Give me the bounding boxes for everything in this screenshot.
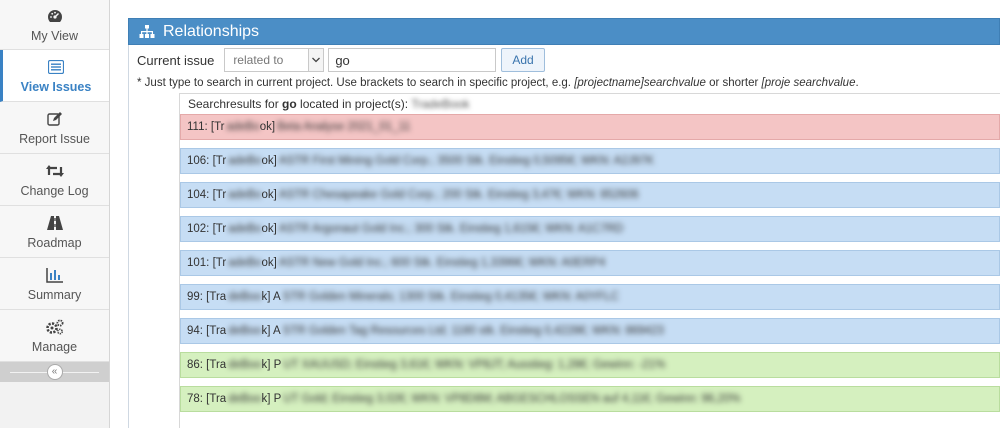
result-row-project: adeBo [228, 189, 262, 201]
result-row[interactable]: 104: [Tr adeBo ok] ASTR Chesapeake Gold Cor… [180, 182, 1000, 208]
result-row-project-end: ok] [261, 257, 277, 269]
sidebar-item-label: Manage [31, 339, 78, 354]
result-row-project: adeBo [228, 223, 262, 235]
result-row-project-end: k] A [261, 291, 281, 303]
sidebar-item-label: Roadmap [27, 235, 82, 250]
panel-header: Relationships [128, 18, 1000, 45]
results-heading: Searchresults for go located in project(… [188, 97, 470, 111]
result-row-id: 111: [Tr [187, 121, 225, 133]
result-row-id: 94: [Tra [187, 325, 227, 337]
sidebar-collapse-bar: « [0, 362, 109, 382]
result-row-project: deBoo [228, 393, 262, 405]
result-row-project: deBoo [228, 291, 262, 303]
result-row-project-end: k] P [261, 359, 282, 371]
sidebar-item-roadmap[interactable]: Roadmap [0, 206, 109, 258]
result-row-id: 78: [Tra [187, 393, 227, 405]
bar-chart-icon [45, 266, 64, 284]
result-row-project-end: k] A [261, 325, 281, 337]
result-row-project: adeBo [228, 155, 262, 167]
sidebar-item-label: Report Issue [19, 131, 90, 146]
search-results: Searchresults for go located in project(… [179, 93, 1000, 428]
issue-search-input[interactable]: go [328, 48, 497, 72]
sidebar-item-my-view[interactable]: My View [0, 0, 109, 50]
result-row[interactable]: 101: [Tr adeBo ok] ASTR New Gold Inc.; 600 … [180, 250, 1000, 276]
add-button[interactable]: Add [501, 48, 545, 72]
result-row-project: adeBo [228, 257, 262, 269]
panel-body: Current issue related to go Add * Just t… [128, 45, 1000, 428]
edit-icon [46, 110, 63, 128]
sidebar-item-summary[interactable]: Summary [0, 258, 109, 310]
relationships-panel: Relationships Current issue related to g… [128, 18, 1000, 428]
result-row[interactable]: 94: [Tra deBoo k] A STR Golden Tag Resource… [180, 318, 1000, 344]
relation-type-select[interactable]: related to [224, 48, 325, 72]
result-row-summary: UT XAUUSD; Einstieg 3,61€; WKN: VP8JT; A… [283, 359, 666, 371]
result-row[interactable]: 111: [Tr adeBo ok] Beta Analyse 2021_01_11 [180, 114, 1000, 140]
road-icon [46, 214, 64, 232]
relation-type-value: related to [233, 53, 284, 67]
result-row-id: 101: [Tr [187, 257, 227, 269]
result-row-project-end: ok] [261, 155, 277, 167]
result-row-summary: ASTR Argonaut Gold Inc.; 300 Stk. Einsti… [278, 223, 624, 235]
result-row-project: deBoo [228, 359, 262, 371]
result-row-id: 102: [Tr [187, 223, 227, 235]
result-row-project-end: ok] [259, 121, 276, 133]
result-row-id: 104: [Tr [187, 189, 227, 201]
dashboard-icon [46, 7, 64, 25]
result-row[interactable]: 86: [Tra deBoo k] P UT XAUUSD; Einstieg 3,6… [180, 352, 1000, 378]
result-row-summary: ASTR First Mining Gold Corp.; 3500 Stk. … [278, 155, 655, 167]
result-row-project: adeBo [226, 121, 260, 133]
sidebar-item-label: My View [30, 28, 78, 43]
sidebar-item-label: Summary [27, 287, 82, 302]
result-row[interactable]: 102: [Tr adeBo ok] ASTR Argonaut Gold Inc.;… [180, 216, 1000, 242]
result-row-id: 106: [Tr [187, 155, 227, 167]
chevron-down-icon [308, 49, 324, 71]
result-row-project-end: ok] [261, 223, 277, 235]
sidebar-item-label: View Issues [20, 79, 92, 94]
collapse-sidebar-button[interactable]: « [46, 364, 63, 380]
result-row-id: 86: [Tra [187, 359, 227, 371]
result-row-project-end: k] P [261, 393, 282, 405]
search-hint: * Just type to search in current project… [137, 77, 859, 89]
sidebar-item-view-issues[interactable]: View Issues [0, 50, 109, 102]
add-relationship-form: Current issue related to go Add [129, 45, 1000, 75]
result-row-summary: ASTR Chesapeake Gold Corp.; 200 Stk. Ein… [278, 189, 639, 201]
sidebar-item-label: Change Log [20, 183, 89, 198]
retweet-icon [45, 162, 64, 180]
result-row-summary: ASTR New Gold Inc.; 600 Stk. Einstieg 1,… [278, 257, 606, 269]
result-row-summary: Beta Analyse 2021_01_11 [277, 121, 411, 133]
list-icon [48, 58, 64, 76]
gears-icon [45, 318, 65, 336]
sidebar: My View View Issues Report Issue Change … [0, 0, 110, 428]
sidebar-item-manage[interactable]: Manage [0, 310, 109, 362]
current-issue-label: Current issue [137, 52, 215, 68]
result-row[interactable]: 78: [Tra deBoo k] P UT Gold; Einstieg 3,02€… [180, 386, 1000, 412]
sidebar-item-change-log[interactable]: Change Log [0, 154, 109, 206]
result-row-project: deBoo [228, 325, 262, 337]
project-name: TradeBook [411, 97, 470, 111]
result-row-summary: UT Gold; Einstieg 3,02€; WKN: VP8D8M; AB… [283, 393, 741, 405]
sidebar-item-report-issue[interactable]: Report Issue [0, 102, 109, 154]
result-row-summary: STR Golden Tag Resources Ltd; 1180 stk. … [282, 325, 664, 337]
result-row-summary: STR Golden Minerals; 1300 Stk. Einstieg … [282, 291, 619, 303]
sitemap-icon [139, 24, 155, 39]
panel-title: Relationships [163, 22, 260, 40]
result-row[interactable]: 106: [Tr adeBo ok] ASTR First Mining Gold C… [180, 148, 1000, 174]
result-row-id: 99: [Tra [187, 291, 227, 303]
result-row-project-end: ok] [261, 189, 277, 201]
result-row[interactable]: 99: [Tra deBoo k] A STR Golden Minerals; 13… [180, 284, 1000, 310]
